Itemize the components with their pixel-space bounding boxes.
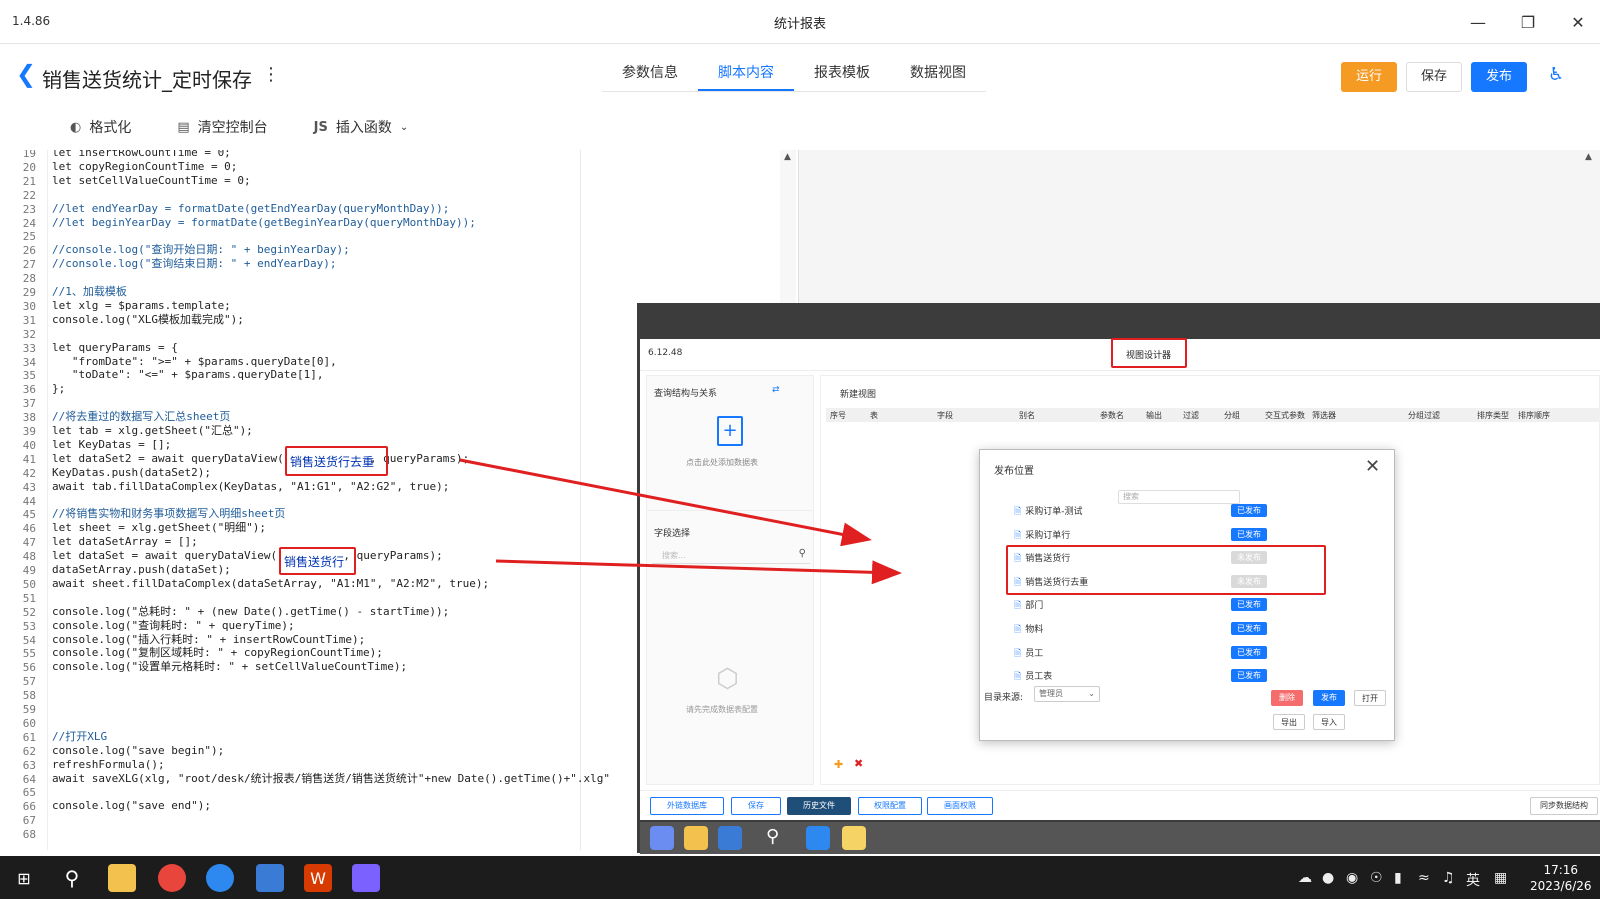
os-taskbar <box>0 856 1600 899</box>
publish-list-item[interactable]: 🗎 部门 <box>1014 598 1043 614</box>
status-badge: 已发布 <box>1231 646 1267 659</box>
arrow-2 <box>495 559 902 585</box>
document-icon: 🗎 <box>1014 531 1022 541</box>
status-badge: 已发布 <box>1231 622 1267 635</box>
dialog-publish-button[interactable]: 发布 <box>1313 690 1345 706</box>
browser-tray-icon[interactable]: ◉ <box>1346 870 1358 886</box>
dialog-search-input[interactable]: 搜索 <box>1118 490 1240 504</box>
file-explorer-icon[interactable] <box>108 864 136 892</box>
wps-icon[interactable]: W <box>304 864 332 892</box>
source-select[interactable]: 管理员 ⌄ <box>1034 686 1100 702</box>
status-badge: 已发布 <box>1231 504 1267 517</box>
ime-indicator[interactable]: 英 <box>1466 870 1480 890</box>
volume-icon[interactable]: ♫ <box>1442 870 1455 886</box>
wifi-icon[interactable]: ≈ <box>1418 870 1430 886</box>
chrome-icon[interactable] <box>158 864 186 892</box>
publish-list-item[interactable]: 🗎 物料 <box>1014 622 1043 638</box>
chevron-down-icon: ⌄ <box>1088 689 1095 698</box>
document-icon: 🗎 <box>1014 649 1022 659</box>
app-tray-icon[interactable]: ☉ <box>1370 870 1383 886</box>
source-label: 目录来源: <box>984 693 1024 703</box>
source-value: 管理员 <box>1039 689 1063 698</box>
publish-item-label: 员工 <box>1025 649 1044 659</box>
publish-item-label: 采购订单-测试 <box>1025 507 1083 517</box>
publish-item-label: 采购订单行 <box>1025 531 1071 541</box>
dialog-search-placeholder: 搜索 <box>1123 492 1139 501</box>
open-button[interactable]: 打开 <box>1354 690 1386 706</box>
clock-time: 17:16 <box>1543 863 1579 877</box>
battery-icon[interactable]: ▮ <box>1394 870 1402 886</box>
publish-item-label: 员工表 <box>1025 672 1053 682</box>
publish-list-item[interactable]: 🗎 采购订单-测试 <box>1014 504 1083 520</box>
start-icon[interactable]: ⊞ <box>10 864 38 892</box>
dialog-title: 发布位置 <box>994 466 1034 477</box>
status-badge: 已发布 <box>1231 528 1267 541</box>
browser-icon[interactable] <box>206 864 234 892</box>
delete-button[interactable]: 删除 <box>1271 690 1303 706</box>
document-icon: 🗎 <box>1014 601 1022 611</box>
clock-date: 2023/6/26 <box>1530 879 1592 893</box>
publish-list-item[interactable]: 🗎 员工表 <box>1014 669 1052 685</box>
document-icon: 🗎 <box>1014 507 1022 517</box>
cloud-icon[interactable]: ☁ <box>1298 870 1312 886</box>
report-app-icon[interactable] <box>352 864 380 892</box>
wechat-icon[interactable]: ● <box>1322 870 1334 886</box>
arrow-1 <box>459 458 872 547</box>
import-button[interactable]: 导入 <box>1313 714 1345 730</box>
export-button[interactable]: 导出 <box>1273 714 1305 730</box>
document-icon: 🗎 <box>1014 672 1022 682</box>
keyboard-icon[interactable]: ▦ <box>1494 870 1507 886</box>
document-icon: 🗎 <box>1014 625 1022 635</box>
status-badge: 已发布 <box>1231 598 1267 611</box>
status-badge: 已发布 <box>1231 669 1267 682</box>
clock[interactable]: 17:16 2023/6/26 <box>1530 862 1592 894</box>
publish-item-label: 物料 <box>1025 625 1044 635</box>
publish-list-item[interactable]: 🗎 采购订单行 <box>1014 528 1070 544</box>
search-icon[interactable]: ⚲ <box>58 864 86 892</box>
publish-list-item[interactable]: 🗎 员工 <box>1014 646 1043 662</box>
publish-item-label: 部门 <box>1025 601 1044 611</box>
app-launcher-icon[interactable] <box>256 864 284 892</box>
unpublished-highlight <box>1006 545 1326 595</box>
close-icon[interactable]: ✕ <box>1365 456 1380 477</box>
